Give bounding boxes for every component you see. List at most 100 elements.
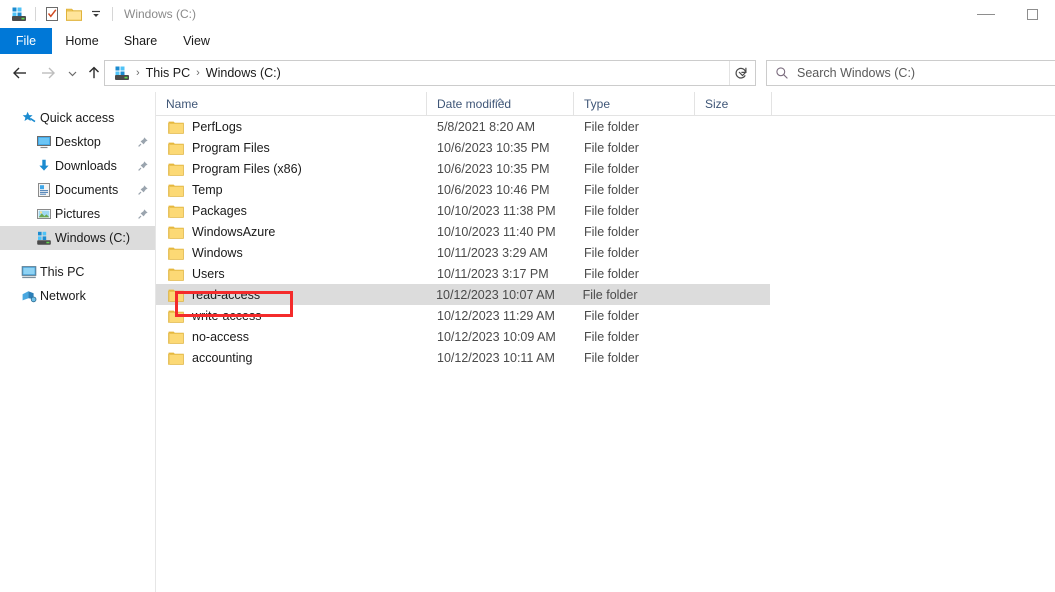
maximize-button[interactable]: [1009, 0, 1055, 28]
recent-locations-button[interactable]: [62, 59, 82, 87]
sidebar-item-downloads[interactable]: Downloads: [0, 154, 155, 178]
pin-icon[interactable]: [137, 159, 149, 173]
sidebar-item-label: Documents: [55, 183, 119, 197]
table-row[interactable]: Windows 10/11/2023 3:29 AM File folder: [156, 242, 1055, 263]
breadcrumb-item-windows-c[interactable]: Windows (C:): [203, 66, 284, 80]
tab-home[interactable]: Home: [52, 28, 112, 54]
column-header-name[interactable]: Name: [156, 91, 427, 116]
table-row[interactable]: Temp 10/6/2023 10:46 PM File folder: [156, 179, 1055, 200]
breadcrumb[interactable]: › This PC › Windows (C:): [105, 61, 729, 85]
sidebar-item-label: Quick access: [40, 111, 115, 125]
sidebar-item-label: This PC: [40, 265, 85, 279]
file-name-label: write-access: [192, 308, 262, 323]
pin-icon[interactable]: [137, 207, 149, 221]
sidebar-item-pictures[interactable]: Pictures: [0, 202, 155, 226]
date-modified-cell: 10/12/2023 10:09 AM: [437, 329, 556, 344]
tab-share[interactable]: Share: [112, 28, 169, 54]
table-row[interactable]: read-access 10/12/2023 10:07 AM File folde…: [156, 284, 770, 305]
window-controls: [963, 0, 1055, 28]
this-pc-drive-icon: [111, 62, 133, 84]
folder-icon: [168, 247, 184, 260]
column-header-type[interactable]: Type: [574, 91, 695, 116]
sidebar-item-this-pc[interactable]: This PC: [0, 260, 155, 284]
date-modified-cell: 10/11/2023 3:17 PM: [437, 266, 549, 281]
column-header-label: Type: [584, 96, 611, 111]
column-header-label: Name: [166, 96, 199, 111]
downloads-icon: [33, 155, 55, 177]
file-name-label: Users: [192, 266, 225, 281]
file-rows: PerfLogs 5/8/2021 8:20 AM File folder Progr…: [156, 116, 1055, 368]
drive-icon: [33, 227, 55, 249]
type-cell: File folder: [582, 287, 638, 302]
breadcrumb-separator: ›: [136, 66, 140, 79]
file-name-cell[interactable]: Temp: [156, 182, 427, 198]
tab-view[interactable]: View: [169, 28, 224, 54]
file-name-cell[interactable]: write-access: [156, 308, 427, 324]
back-button[interactable]: [6, 59, 34, 87]
new-folder-icon[interactable]: [63, 3, 85, 25]
toolbar-separator-2: [112, 7, 113, 21]
customize-chevron-icon[interactable]: [85, 3, 107, 25]
file-name-label: PerfLogs: [192, 119, 243, 134]
search-box[interactable]: Search Windows (C:): [766, 60, 1055, 86]
file-name-cell[interactable]: Program Files (x86): [156, 161, 427, 177]
type-cell: File folder: [584, 161, 639, 176]
forward-button[interactable]: [34, 59, 62, 87]
sidebar-item-documents[interactable]: Documents: [0, 178, 155, 202]
table-row[interactable]: accounting 10/12/2023 10:11 AM File folder: [156, 347, 1055, 368]
search-input[interactable]: Search Windows (C:): [797, 66, 915, 80]
minimize-button[interactable]: [963, 0, 1009, 28]
table-row[interactable]: write-access 10/12/2023 11:29 AM File fold…: [156, 305, 1055, 326]
documents-icon: [33, 179, 55, 201]
type-cell: File folder: [584, 266, 639, 281]
date-modified-cell: 5/8/2021 8:20 AM: [437, 119, 535, 134]
folder-icon: [168, 226, 184, 239]
properties-icon[interactable]: [41, 3, 63, 25]
tab-file[interactable]: File: [0, 28, 52, 54]
up-button[interactable]: [82, 59, 106, 87]
pin-icon[interactable]: [137, 183, 149, 197]
table-row[interactable]: no-access 10/12/2023 10:09 AM File folder: [156, 326, 1055, 347]
table-row[interactable]: WindowsAzure 10/10/2023 11:40 PM File fold…: [156, 221, 1055, 242]
table-row[interactable]: Packages 10/10/2023 11:38 PM File folder: [156, 200, 1055, 221]
breadcrumb-item-this-pc[interactable]: This PC: [143, 66, 193, 80]
toolbar-separator-1: [35, 7, 36, 21]
file-name-cell[interactable]: WindowsAzure: [156, 224, 427, 240]
table-row[interactable]: PerfLogs 5/8/2021 8:20 AM File folder: [156, 116, 1055, 137]
file-name-cell[interactable]: PerfLogs: [156, 119, 427, 135]
file-name-cell[interactable]: Users: [156, 266, 427, 282]
maximize-icon: [1026, 8, 1038, 20]
date-modified-cell: 10/6/2023 10:35 PM: [437, 140, 550, 155]
file-name-cell[interactable]: accounting: [156, 350, 427, 366]
drive-icon[interactable]: [8, 3, 30, 25]
file-name-cell[interactable]: Packages: [156, 203, 427, 219]
folder-icon: [168, 268, 184, 281]
file-name-label: Temp: [192, 182, 223, 197]
file-name-label: no-access: [192, 329, 249, 344]
sidebar-item-desktop[interactable]: Desktop: [0, 130, 155, 154]
table-row[interactable]: Program Files 10/6/2023 10:35 PM File fold…: [156, 137, 1055, 158]
column-header-date-modified[interactable]: Date modified: [427, 91, 574, 116]
sidebar-item-windows-c[interactable]: Windows (C:): [0, 226, 155, 250]
refresh-button[interactable]: [726, 60, 756, 86]
table-row[interactable]: Program Files (x86) 10/6/2023 10:35 PM Fil…: [156, 158, 1055, 179]
file-name-cell[interactable]: Windows: [156, 245, 427, 261]
file-name-cell[interactable]: read-access: [156, 287, 426, 303]
column-header-row: Name Date modified Type Size: [156, 91, 1055, 116]
file-name-cell[interactable]: Program Files: [156, 140, 427, 156]
pin-icon[interactable]: [137, 135, 149, 149]
date-modified-cell: 10/12/2023 10:11 AM: [437, 350, 555, 365]
sidebar-item-label: Windows (C:): [55, 231, 131, 245]
ribbon-tabs: File Home Share View: [0, 28, 1055, 54]
date-modified-cell: 10/10/2023 11:38 PM: [437, 203, 556, 218]
pictures-icon: [33, 203, 55, 225]
folder-icon: [168, 289, 184, 302]
column-header-size[interactable]: Size: [695, 91, 772, 116]
table-row[interactable]: Users 10/11/2023 3:17 PM File folder: [156, 263, 1055, 284]
sidebar-item-network[interactable]: Network: [0, 284, 155, 308]
address-bar[interactable]: › This PC › Windows (C:): [104, 60, 756, 86]
sidebar-item-quick-access[interactable]: Quick access: [0, 106, 155, 130]
file-name-cell[interactable]: no-access: [156, 329, 427, 345]
date-modified-cell: 10/6/2023 10:35 PM: [437, 161, 550, 176]
date-modified-cell: 10/11/2023 3:29 AM: [437, 245, 548, 260]
